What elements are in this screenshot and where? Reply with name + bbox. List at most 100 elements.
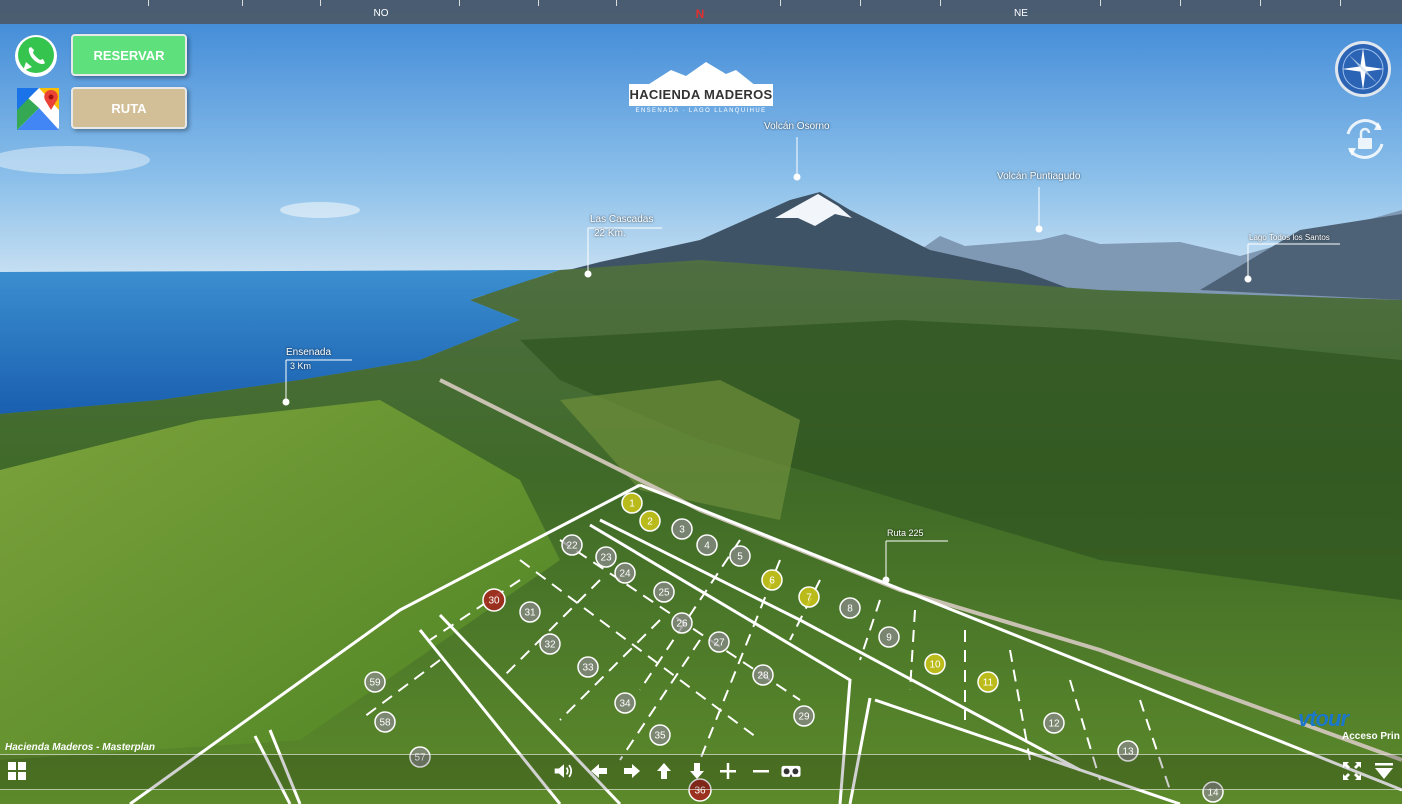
lot-marker-59[interactable]: 59 [364, 671, 386, 693]
compass-tick [780, 0, 781, 6]
lot-marker-34[interactable]: 34 [614, 692, 636, 714]
lot-marker-6[interactable]: 6 [761, 569, 783, 591]
lot-number: 27 [713, 638, 725, 649]
lot-number: 8 [847, 604, 853, 615]
compass-label-no: NO [373, 8, 389, 19]
lot-number: 29 [798, 712, 810, 723]
poi-ruta-225[interactable]: Ruta 225 [887, 528, 924, 539]
route-button[interactable]: RUTA [71, 87, 187, 129]
lot-marker-31[interactable]: 31 [519, 601, 541, 623]
compass-label-n: N [695, 7, 705, 21]
mountain-logo-icon [646, 62, 756, 86]
poi-osorno[interactable]: Volcán Osorno [764, 121, 830, 132]
lot-number: 12 [1048, 719, 1060, 730]
lot-marker-10[interactable]: 10 [924, 653, 946, 675]
sound-icon[interactable] [553, 760, 579, 782]
poi-title: Ensenada [286, 347, 332, 358]
scene-caption: Hacienda Maderos - Masterplan [5, 742, 156, 753]
lot-marker-24[interactable]: 24 [614, 562, 636, 584]
reserve-button[interactable]: RESERVAR [71, 34, 187, 76]
compass-rose-icon[interactable] [1334, 40, 1392, 98]
poi-title: Las Cascadas [590, 214, 654, 225]
gyro-lock-icon[interactable] [1340, 114, 1390, 164]
compass-tick [1260, 0, 1261, 6]
compass-tick [242, 0, 243, 6]
lot-number: 32 [544, 640, 556, 651]
compass-heading-bar[interactable]: NO N NE [0, 0, 1402, 24]
main-access-link[interactable]: Acceso Prin [1342, 731, 1400, 742]
lot-marker-4[interactable]: 4 [696, 534, 718, 556]
compass-tick [148, 0, 149, 6]
lot-marker-32[interactable]: 32 [539, 633, 561, 655]
lot-marker-33[interactable]: 33 [577, 656, 599, 678]
poi-title: Volcán Osorno [764, 121, 830, 132]
zoom-out-icon[interactable] [750, 760, 772, 782]
arrow-right-icon[interactable] [621, 760, 643, 782]
google-maps-icon[interactable] [15, 86, 61, 132]
lot-number: 3 [679, 525, 685, 536]
vr-headset-icon[interactable] [780, 760, 810, 782]
lot-number: 58 [379, 718, 391, 729]
lot-marker-28[interactable]: 28 [752, 664, 774, 686]
compass-tick [860, 0, 861, 6]
compass-tick [320, 0, 321, 6]
lot-number: 23 [600, 553, 612, 564]
lot-number: 11 [983, 678, 994, 689]
poi-las-cascadas[interactable]: Las Cascadas 22 Km. [590, 214, 653, 239]
lot-marker-9[interactable]: 9 [878, 626, 900, 648]
poi-distance: 3 Km [290, 361, 312, 371]
compass-tick [538, 0, 539, 6]
zoom-in-icon[interactable] [717, 760, 739, 782]
lot-number: 7 [806, 593, 812, 604]
compass-tick [1100, 0, 1101, 6]
thumbnails-grid-icon[interactable] [6, 760, 28, 782]
arrow-down-icon[interactable] [686, 760, 708, 782]
lot-marker-8[interactable]: 8 [839, 597, 861, 619]
lot-number: 25 [658, 588, 670, 599]
lot-marker-25[interactable]: 25 [653, 581, 675, 603]
lot-number: 28 [757, 671, 769, 682]
arrow-left-icon[interactable] [588, 760, 610, 782]
lot-marker-30[interactable]: 30 [482, 588, 506, 612]
arrow-up-icon[interactable] [653, 760, 675, 782]
lot-marker-27[interactable]: 27 [708, 631, 730, 653]
lot-marker-5[interactable]: 5 [729, 545, 751, 567]
compass-tick [616, 0, 617, 6]
vtour-brand: vtour [1298, 706, 1349, 731]
lot-number: 59 [369, 678, 381, 689]
lot-number: 26 [676, 619, 688, 630]
poi-puntiagudo[interactable]: Volcán Puntiagudo [997, 171, 1080, 182]
lot-number: 10 [929, 660, 941, 671]
poi-todos-los-santos[interactable]: Lago Todos los Santos [1249, 232, 1330, 243]
logo-subtitle: ENSENADA · LAGO LLANQUIHUE [635, 108, 767, 114]
lot-number: 31 [524, 608, 536, 619]
lot-number: 5 [737, 552, 743, 563]
lot-marker-7[interactable]: 7 [798, 586, 820, 608]
poi-title: Ruta 225 [887, 528, 924, 538]
poi-title: Volcán Puntiagudo [997, 171, 1081, 182]
lot-marker-23[interactable]: 23 [595, 546, 617, 568]
compass-tick [1180, 0, 1181, 6]
lot-number: 24 [619, 569, 631, 580]
lot-marker-26[interactable]: 26 [671, 612, 693, 634]
lot-marker-11[interactable]: 11 [977, 671, 999, 693]
lot-marker-58[interactable]: 58 [374, 711, 396, 733]
lot-marker-29[interactable]: 29 [793, 705, 815, 727]
hide-menu-icon[interactable] [1373, 760, 1395, 782]
lot-marker-12[interactable]: 12 [1043, 712, 1065, 734]
fullscreen-icon[interactable] [1341, 760, 1363, 782]
poi-title: Lago Todos los Santos [1249, 233, 1330, 242]
lot-marker-35[interactable]: 35 [649, 724, 671, 746]
lot-number: 33 [582, 663, 594, 674]
poi-distance: 22 Km. [594, 228, 626, 239]
lot-number: 6 [769, 576, 775, 587]
lot-number: 4 [704, 541, 710, 552]
lot-marker-2[interactable]: 2 [639, 510, 661, 532]
compass-tick [459, 0, 460, 6]
lot-marker-3[interactable]: 3 [671, 518, 693, 540]
logo-title: HACIENDA MADEROS [629, 84, 773, 106]
poi-ensenada[interactable]: Ensenada 3 Km [286, 347, 331, 371]
whatsapp-icon[interactable] [13, 33, 59, 79]
lot-marker-22[interactable]: 22 [561, 534, 583, 556]
lot-marker-1[interactable]: 1 [621, 492, 643, 514]
